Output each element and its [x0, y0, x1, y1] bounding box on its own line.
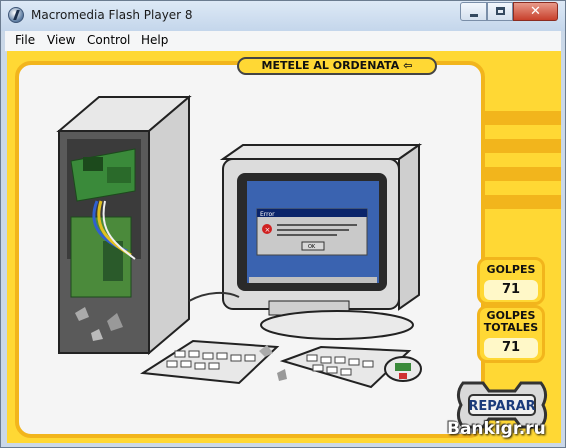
pc-tower[interactable] — [56, 94, 192, 356]
repair-label: REPARAR — [468, 399, 535, 414]
flash-player-window: Macromedia Flash Player 8 ✕ File View Co… — [0, 0, 566, 448]
minimize-icon — [470, 14, 478, 17]
window-title: Macromedia Flash Player 8 — [31, 8, 193, 22]
flash-player-icon — [8, 7, 24, 23]
maximize-icon — [496, 7, 505, 15]
svg-text:×: × — [265, 226, 271, 234]
watermark: Bankigr.ru — [447, 419, 546, 439]
error-dialog-ok[interactable]: OK — [308, 244, 316, 250]
menu-file[interactable]: File — [15, 33, 35, 47]
golpes-totales-label: GOLPES TOTALES — [483, 309, 539, 334]
menu-control[interactable]: Control — [87, 33, 130, 47]
golpes-totales-panel: GOLPES TOTALES 71 — [477, 305, 545, 363]
broken-mouse[interactable] — [384, 356, 422, 382]
close-button[interactable]: ✕ — [513, 2, 558, 21]
crt-monitor[interactable]: Error × OK — [219, 143, 423, 340]
title-bar[interactable]: Macromedia Flash Player 8 ✕ — [1, 1, 565, 31]
flash-stage[interactable]: METELE AL ORDENATA ⇦ Error × OK GOLPES 7… — [7, 51, 561, 443]
golpes-counter: 71 — [484, 280, 538, 300]
golpes-panel: GOLPES 71 — [477, 257, 545, 305]
menu-view[interactable]: View — [47, 33, 75, 47]
error-dialog[interactable]: Error × OK — [256, 208, 368, 256]
error-dialog-title: Error — [260, 211, 275, 218]
golpes-label: GOLPES — [486, 263, 536, 276]
maximize-button[interactable] — [487, 2, 513, 21]
menu-bar: File View Control Help — [5, 31, 561, 52]
minimize-button[interactable] — [460, 2, 487, 21]
golpes-totales-counter: 71 — [484, 338, 538, 358]
close-icon: ✕ — [530, 4, 541, 19]
menu-help[interactable]: Help — [141, 33, 168, 47]
broken-keyboard[interactable] — [140, 339, 412, 389]
